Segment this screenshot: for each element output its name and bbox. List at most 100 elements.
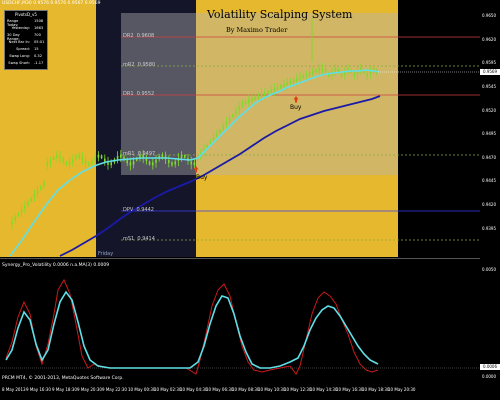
time-tick: 9 May 16:30 — [26, 387, 51, 392]
candle-body — [248, 99, 250, 103]
oscillator-signal-line — [5, 278, 379, 375]
time-tick: 10 May 12:30 — [284, 387, 312, 392]
candle-body — [43, 182, 45, 186]
pivot-row: Swap Long: 0.32 — [9, 54, 43, 58]
price-chart-panel[interactable]: USDCHF,M30 0.9576 0.9576 0.9567 0.9569 P… — [0, 0, 480, 257]
candle-body — [40, 186, 42, 190]
candle-body — [212, 137, 215, 141]
level-label-ms1: mS1 0.9414 — [123, 236, 155, 242]
candle-body — [369, 71, 372, 74]
candle-body — [65, 162, 68, 165]
candle-body — [20, 209, 23, 213]
indicator-tick: 0.0050 — [482, 267, 496, 272]
candle-body — [17, 213, 20, 217]
system-author: By Maximo Trader — [226, 26, 288, 34]
pivot-row: Range Today: 1508 — [7, 19, 44, 27]
candle-body — [324, 68, 327, 72]
chart-title: USDCHF,M30 0.9576 0.9576 0.9567 0.9569 — [2, 1, 101, 6]
time-tick: 10 May 10:30 — [258, 387, 286, 392]
price-tick: 0.9595 — [482, 60, 496, 65]
candle-body — [33, 194, 36, 198]
time-tick: 10 May 08:30 — [232, 387, 260, 392]
candle-body — [283, 83, 285, 87]
candle-body — [340, 73, 343, 77]
price-tick: 0.9495 — [482, 131, 496, 136]
candle-body — [91, 161, 93, 164]
price-tick: 0.9470 — [482, 155, 496, 160]
candle-body — [27, 201, 29, 205]
candle-body — [129, 162, 132, 166]
candle-body — [126, 160, 128, 164]
candle-body — [152, 162, 154, 166]
candle-body — [161, 154, 164, 158]
level-label-dr2: DR2 0.9608 — [123, 33, 155, 39]
candle-body — [315, 69, 317, 73]
candle-body — [100, 155, 103, 159]
pivot-row: Swap Short: -1.17 — [8, 61, 44, 65]
price-chart-canvas — [0, 0, 480, 257]
candle-body — [59, 155, 61, 159]
candle-body — [174, 161, 176, 165]
candle-body — [78, 154, 80, 158]
candle-body — [132, 161, 135, 165]
level-label-mr2: mR2 0.9580 — [123, 62, 156, 68]
candle-body — [280, 85, 282, 89]
candle-body — [366, 73, 368, 77]
price-tick: 0.9545 — [482, 84, 496, 89]
candle-body — [235, 110, 237, 114]
candle-body — [184, 154, 186, 158]
price-tick: 0.9620 — [482, 37, 496, 42]
pivot-row: 30 Day Range: 700 — [7, 33, 41, 41]
candle-body — [62, 158, 64, 162]
candle-body — [193, 162, 196, 166]
indicator-tick: 0.0000 — [482, 374, 496, 379]
candle-body — [72, 159, 74, 163]
price-tick: 0.9395 — [482, 226, 496, 231]
candle-body — [244, 101, 247, 104]
candle-body — [148, 161, 151, 165]
candle-body — [276, 86, 279, 90]
candle-body — [299, 76, 301, 80]
candle-body — [120, 154, 122, 158]
time-tick: 9 May 20:30 — [77, 387, 102, 392]
candle-body — [267, 90, 269, 94]
indicator-title: Synergy_Pro_Volatility 0.0006 n.a.MA(3) … — [2, 263, 110, 268]
candle-body — [241, 102, 244, 106]
price-tick: 0.9445 — [482, 178, 496, 183]
mt4-chart-window: USDCHF,M30 0.9576 0.9576 0.9567 0.9569 P… — [0, 0, 500, 400]
time-axis[interactable]: 8 May 2013 9 May 16:30 9 May 18:30 9 May… — [0, 384, 500, 400]
indicator-current-tag: 0.0006 — [480, 364, 500, 370]
buy-signal-label: Buy — [196, 174, 208, 181]
time-tick: 9 May 22:30 — [102, 387, 127, 392]
price-axis[interactable]: 0.9650 0.9620 0.9595 0.9569 0.9545 0.952… — [480, 0, 500, 400]
time-tick: 10 May 20:30 — [388, 387, 416, 392]
candle-body — [334, 67, 336, 71]
session-band-black-right — [398, 0, 480, 257]
candle-body — [318, 67, 320, 71]
candle-body — [30, 198, 32, 202]
candle-body — [180, 155, 183, 158]
candle-body — [11, 221, 13, 225]
candle-body — [94, 157, 96, 161]
candle-body — [219, 129, 221, 133]
candle-body — [155, 159, 157, 163]
candle-body — [116, 155, 119, 159]
candle-body — [264, 92, 266, 96]
candle-body — [190, 161, 192, 165]
panel-separator-line — [0, 258, 480, 259]
candle-body — [260, 93, 263, 97]
candle-body — [84, 160, 87, 164]
candle-body — [14, 217, 16, 221]
candle-body — [24, 205, 26, 209]
time-tick: 10 May 14:30 — [310, 387, 338, 392]
candle-body — [270, 89, 272, 93]
level-label-mr1: mR1 0.9497 — [123, 151, 156, 157]
indicator-panel[interactable]: Synergy_Pro_Volatility 0.0006 n.a.MA(3) … — [0, 262, 480, 384]
candle-body — [75, 155, 77, 159]
candle-body — [68, 162, 71, 166]
time-tick: 9 May 18:30 — [52, 387, 77, 392]
candle-body — [372, 67, 375, 71]
price-tick: 0.9520 — [482, 108, 496, 113]
candle-body — [88, 162, 90, 166]
candle-body — [110, 162, 112, 166]
